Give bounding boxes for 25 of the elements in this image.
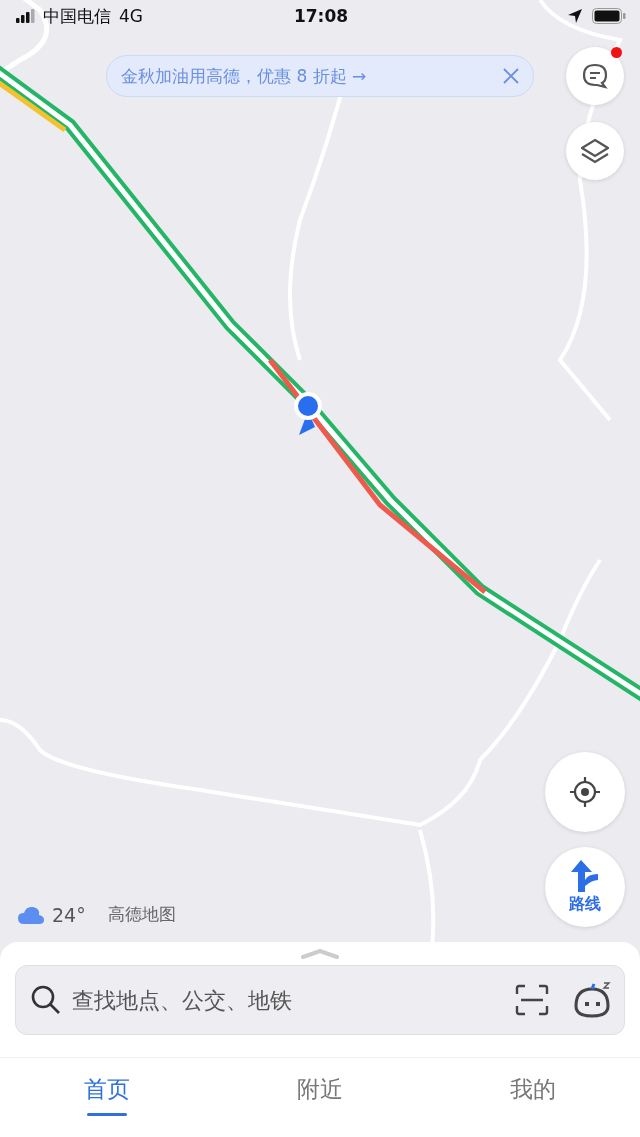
banner-text: 金秋加油用高德，优惠 8 折起 → xyxy=(121,64,368,88)
cloud-icon xyxy=(18,905,44,924)
scan-icon[interactable] xyxy=(515,984,549,1016)
signal-icon xyxy=(16,9,35,23)
promo-banner[interactable]: 金秋加油用高德，优惠 8 折起 → xyxy=(106,55,534,97)
temperature: 24° xyxy=(52,903,86,926)
close-icon[interactable] xyxy=(503,68,519,84)
brand-name: 高德地图 xyxy=(107,903,176,926)
location-arrow-icon xyxy=(568,9,582,23)
chat-bubble-icon xyxy=(581,62,609,90)
locate-icon xyxy=(568,775,602,809)
turn-arrow-icon xyxy=(570,859,600,892)
carrier-name: 中国电信 xyxy=(43,4,111,28)
layers-icon xyxy=(581,137,609,165)
network-type: 4G xyxy=(119,6,143,26)
status-time: 17:08 xyxy=(293,6,349,26)
battery-icon xyxy=(592,8,626,24)
handle-icon[interactable] xyxy=(301,949,339,959)
nav-tab[interactable]: 我的 xyxy=(426,1058,640,1132)
search-icon xyxy=(31,985,61,1015)
robot-icon[interactable] xyxy=(573,981,611,1019)
location-marker-icon xyxy=(293,391,323,435)
search-field[interactable]: 查找地点、公交、地铁 xyxy=(15,965,625,1035)
nav-tab[interactable]: 首页 xyxy=(0,1058,214,1132)
nav-tab[interactable]: 附近 xyxy=(213,1058,427,1132)
